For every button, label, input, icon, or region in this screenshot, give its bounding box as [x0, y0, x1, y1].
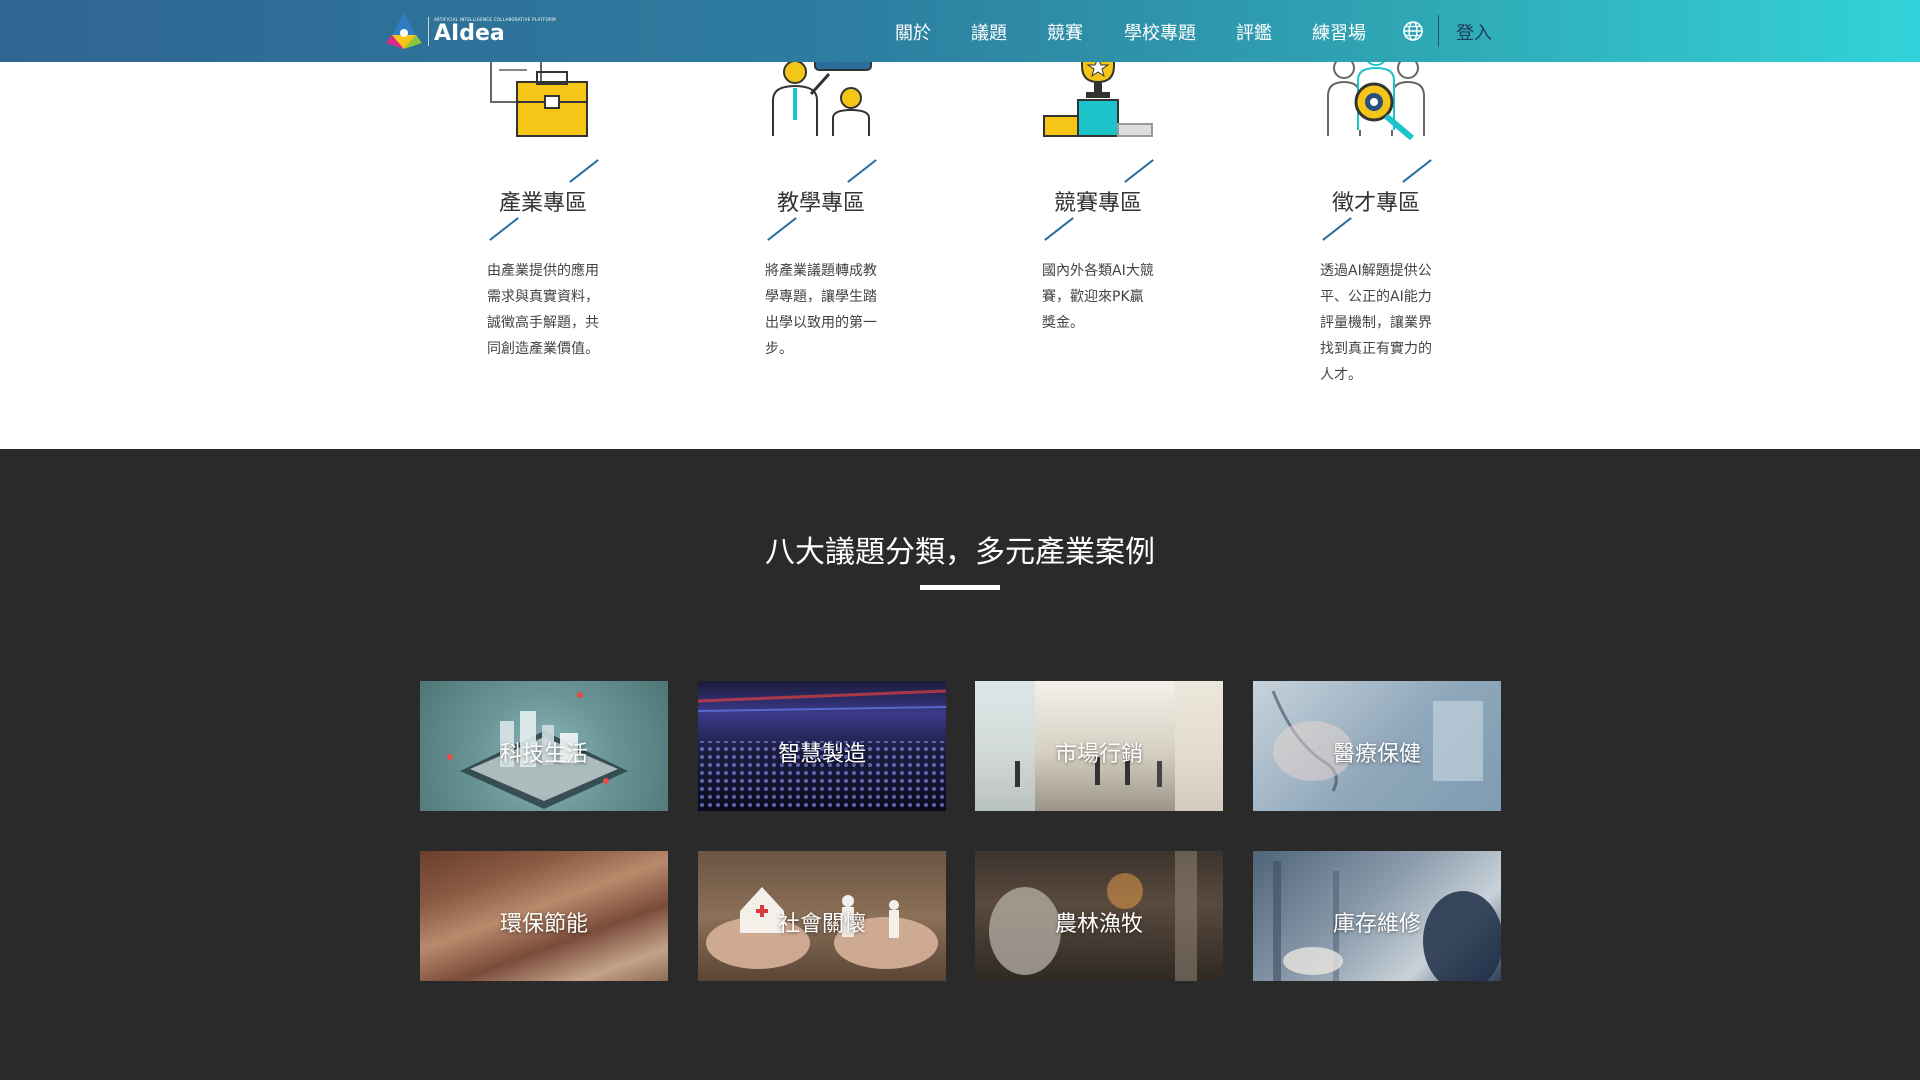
login-link[interactable]: 登入 [1456, 19, 1492, 45]
zone-desc-talent: 透過AI解題提供公平、公正的AI能力評量機制，讓業界找到真正有實力的人才。 [1320, 263, 1432, 383]
title-underline [920, 585, 1000, 590]
zone-desc-competition: 國內外各類AI大競賽，歡迎來PK贏獎金。 [1042, 263, 1154, 331]
category-label: 環保節能 [499, 912, 588, 937]
category-tile-marketing[interactable]: 市場行銷 [975, 681, 1223, 811]
nav-competitions[interactable]: 競賽 [1047, 19, 1083, 45]
logo-brand-name: AIdea [434, 20, 505, 46]
zone-desc-teaching: 將產業議題轉成教學專題，讓學生踏出學以致用的第一步。 [765, 263, 877, 357]
zone-slash-bottom [1044, 217, 1074, 241]
category-label: 農林漁牧 [1054, 912, 1143, 937]
nav-about[interactable]: 關於 [895, 19, 931, 45]
categories-section-title: 八大議題分類，多元產業案例 [765, 535, 1155, 570]
category-tile-healthcare[interactable]: 醫療保健 [1253, 681, 1501, 811]
category-label: 醫療保健 [1332, 742, 1421, 767]
zone-slash-top [569, 159, 599, 183]
nav-topics[interactable]: 議題 [971, 19, 1007, 45]
category-label: 科技生活 [499, 742, 588, 767]
zone-slash-bottom [767, 217, 797, 241]
top-navigation-bar: ARTIFICIAL INTELLIGENCE COLLABORATIVE PL… [0, 0, 1920, 62]
globe-icon[interactable] [1402, 20, 1424, 42]
nav-school-projects[interactable]: 學校專題 [1124, 19, 1196, 45]
zone-desc-industry: 由產業提供的應用需求與真實資料，誠徵高手解題，共同創造產業價值。 [487, 263, 599, 357]
nav-divider [1438, 15, 1439, 47]
category-tile-tech-life[interactable]: 科技生活 [420, 681, 668, 811]
category-label: 市場行銷 [1054, 742, 1143, 767]
zone-slash-bottom [489, 217, 519, 241]
logo-text: ARTIFICIAL INTELLIGENCE COLLABORATIVE PL… [428, 16, 556, 46]
zone-title-talent[interactable]: 徵才專區 [1332, 185, 1420, 217]
category-label: 社會關懷 [777, 912, 866, 937]
aidea-logo-icon [386, 13, 422, 49]
category-tile-smart-manufacturing[interactable]: 智慧製造 [698, 681, 946, 811]
zone-slash-top [1402, 159, 1432, 183]
zone-slash-top [847, 159, 877, 183]
category-label: 智慧製造 [777, 742, 866, 767]
category-tile-social-care[interactable]: 社會關懷 [698, 851, 946, 981]
site-logo[interactable]: ARTIFICIAL INTELLIGENCE COLLABORATIVE PL… [386, 10, 556, 52]
zone-slash-bottom [1322, 217, 1352, 241]
category-tile-agriculture[interactable]: 農林漁牧 [975, 851, 1223, 981]
zone-title-teaching[interactable]: 教學專區 [777, 185, 865, 217]
zone-title-competition[interactable]: 競賽專區 [1054, 185, 1142, 217]
nav-evaluation[interactable]: 評鑑 [1236, 19, 1272, 45]
category-label: 庫存維修 [1332, 912, 1421, 937]
category-tile-maintenance[interactable]: 庫存維修 [1253, 851, 1501, 981]
zone-title-industry[interactable]: 產業專區 [499, 185, 587, 217]
category-tile-environment[interactable]: 環保節能 [420, 851, 668, 981]
nav-practice[interactable]: 練習場 [1312, 19, 1366, 45]
zone-slash-top [1124, 159, 1154, 183]
